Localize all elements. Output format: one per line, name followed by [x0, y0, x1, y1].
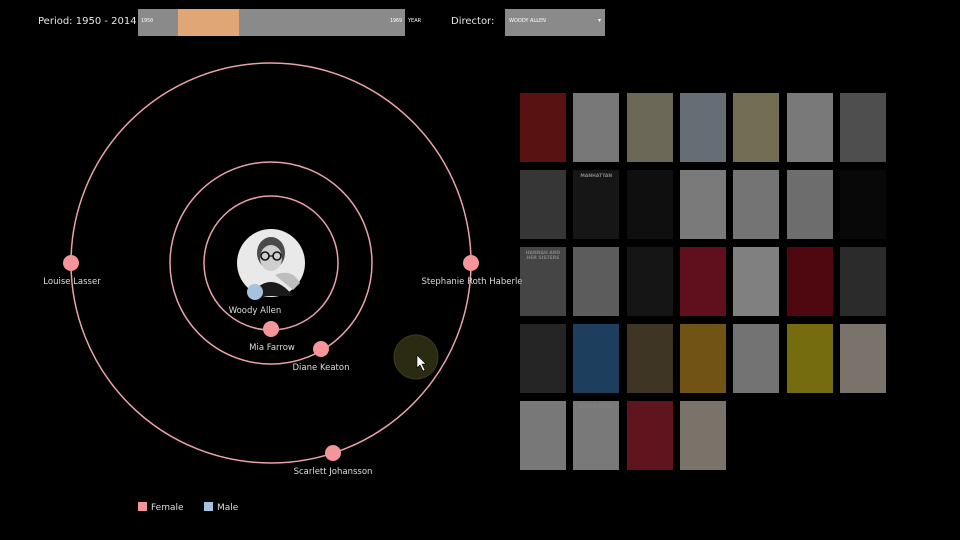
movie-poster[interactable]	[520, 324, 566, 393]
movie-poster[interactable]	[679, 401, 726, 470]
movie-poster[interactable]	[786, 247, 833, 316]
movie-poster[interactable]	[733, 247, 780, 316]
actor-node-4[interactable]	[325, 445, 341, 461]
movie-poster[interactable]	[573, 93, 620, 162]
movie-poster[interactable]	[839, 324, 886, 393]
legend-female-label: Female	[151, 503, 184, 513]
movie-poster[interactable]	[679, 247, 726, 316]
male-swatch	[204, 502, 213, 511]
movie-poster[interactable]	[679, 170, 726, 239]
cursor-highlight	[393, 334, 439, 380]
movie-poster[interactable]	[733, 324, 780, 393]
movie-poster[interactable]: MATCH POINT	[573, 401, 620, 470]
director-node-label: Woody Allen	[229, 306, 282, 316]
movie-poster[interactable]	[839, 93, 886, 162]
actor-label-0: Louise Lasser	[43, 277, 101, 287]
actor-label-3: Diane Keaton	[293, 363, 350, 373]
movie-poster[interactable]	[733, 170, 780, 239]
actor-node-1[interactable]	[463, 255, 479, 271]
movie-poster[interactable]	[733, 93, 780, 162]
movie-poster[interactable]	[626, 324, 673, 393]
actor-node-3[interactable]	[313, 341, 329, 357]
movie-poster[interactable]: HANNAH AND HER SISTERS	[520, 247, 566, 316]
movie-poster[interactable]	[520, 93, 566, 162]
movie-poster[interactable]	[626, 93, 673, 162]
movie-poster[interactable]	[679, 324, 726, 393]
female-swatch	[138, 502, 147, 511]
actor-label-4: Scarlett Johansson	[294, 467, 373, 477]
legend-female: Female	[138, 502, 184, 513]
movie-poster[interactable]	[839, 247, 886, 316]
movie-poster[interactable]	[786, 93, 833, 162]
actor-label-1: Stephanie Roth Haberle	[421, 277, 522, 287]
legend-male: Male	[204, 502, 238, 513]
actor-label-2: Mia Farrow	[249, 343, 295, 353]
movie-poster[interactable]	[520, 401, 566, 470]
actor-node-0[interactable]	[63, 255, 79, 271]
movie-poster-title: MANHATTAN	[580, 174, 613, 179]
movie-poster[interactable]	[679, 93, 726, 162]
director-photo[interactable]	[237, 229, 305, 297]
movie-poster[interactable]	[573, 247, 620, 316]
movie-poster[interactable]	[626, 401, 673, 470]
movie-poster[interactable]	[626, 247, 673, 316]
legend-male-label: Male	[217, 503, 239, 513]
movie-poster[interactable]: MANHATTAN	[573, 170, 620, 239]
actor-node-2[interactable]	[263, 321, 279, 337]
movie-poster-title: MATCH POINT	[578, 405, 614, 410]
movie-poster-title: HANNAH AND HER SISTERS	[525, 251, 561, 261]
director-node[interactable]	[247, 284, 263, 300]
movie-poster[interactable]	[520, 170, 566, 239]
movie-poster[interactable]	[626, 170, 673, 239]
movie-poster[interactable]	[573, 324, 620, 393]
movie-poster[interactable]	[786, 324, 833, 393]
movie-poster[interactable]	[786, 170, 833, 239]
movie-poster[interactable]	[839, 170, 886, 239]
